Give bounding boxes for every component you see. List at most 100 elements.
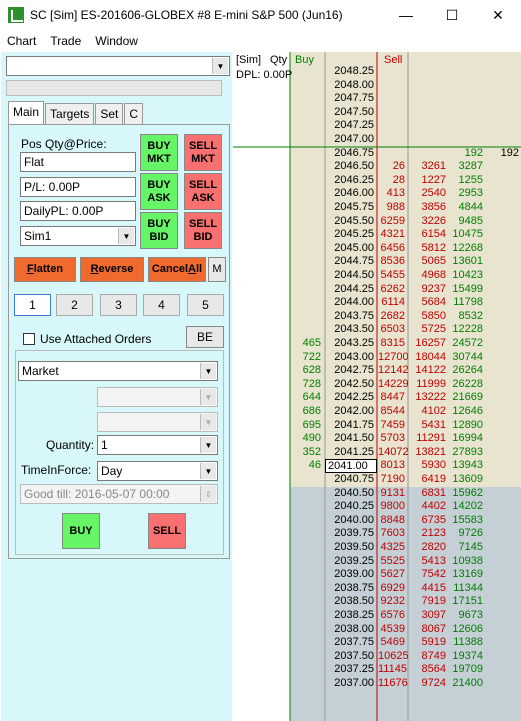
ladder-row[interactable]: 2039.25 5525 5413 10938 — [233, 555, 521, 569]
ladder-row[interactable]: 2040.50 9131 6831 15962 — [233, 487, 521, 501]
ladder-sell-cell[interactable]: 5469 — [378, 636, 408, 650]
ladder-sell-cell[interactable] — [378, 147, 408, 161]
ladder-sell-cell[interactable]: 26 — [378, 160, 408, 174]
tab-c[interactable]: C — [124, 103, 144, 124]
ladder-buy-cell[interactable] — [290, 595, 324, 609]
ladder-buy-cell[interactable]: 728 — [290, 378, 324, 392]
ladder-row[interactable]: 2048.00 — [233, 79, 521, 93]
ladder-sell-cell[interactable]: 6262 — [378, 283, 408, 297]
ladder-sell-cell[interactable]: 6114 — [378, 296, 408, 310]
ladder-sell-cell[interactable]: 5455 — [378, 269, 408, 283]
buy-bid-button[interactable]: BUY BID — [140, 212, 178, 249]
account-combo[interactable]: ▼ — [6, 56, 230, 76]
ladder-buy-cell[interactable]: 465 — [290, 337, 324, 351]
ladder-buy-cell[interactable]: 695 — [290, 419, 324, 433]
ladder-buy-cell[interactable] — [290, 623, 324, 637]
ladder-sell-cell[interactable]: 8536 — [378, 255, 408, 269]
ladder-sell-cell[interactable]: 9232 — [378, 595, 408, 609]
ladder-sell-cell[interactable]: 2682 — [378, 310, 408, 324]
minimize-button[interactable]: — — [383, 0, 429, 30]
ladder-row[interactable]: 2047.25 — [233, 119, 521, 133]
ladder-row[interactable]: 2045.75 988 3856 4844 — [233, 201, 521, 215]
ladder-sell-cell[interactable] — [378, 92, 408, 106]
ladder-sell-cell[interactable] — [378, 65, 408, 79]
ladder-buy-cell[interactable] — [290, 323, 324, 337]
ladder-sell-cell[interactable]: 12142 — [378, 364, 409, 378]
ladder-sell-cell[interactable]: 14072 — [378, 446, 409, 460]
ladder-row[interactable]: 644 2042.25 8447 13222 21669 — [233, 391, 521, 405]
ladder-buy-cell[interactable] — [290, 582, 324, 596]
ladder-buy-cell[interactable]: 644 — [290, 391, 324, 405]
ladder-sell-cell[interactable]: 8544 — [378, 405, 408, 419]
price1-input[interactable]: ▼ — [97, 387, 218, 407]
ladder-row[interactable]: 465 2043.25 8315 16257 24572 — [233, 337, 521, 351]
ladder-row[interactable]: 2040.75 7190 6419 13609 — [233, 473, 521, 487]
ladder-sell-cell[interactable]: 11676 — [378, 677, 408, 691]
ladder-buy-cell[interactable] — [290, 527, 324, 541]
ladder-buy-cell[interactable] — [290, 228, 324, 242]
ladder-buy-cell[interactable] — [290, 147, 324, 161]
ladder-row[interactable]: 2047.75 — [233, 92, 521, 106]
ladder-sell-cell[interactable]: 7459 — [378, 419, 408, 433]
ladder-buy-cell[interactable] — [290, 609, 324, 623]
ladder-row[interactable]: 2044.50 5455 4968 10423 — [233, 269, 521, 283]
ladder-sell-cell[interactable]: 11145 — [378, 663, 408, 677]
buy-button[interactable]: BUY — [62, 513, 100, 549]
ladder-buy-cell[interactable] — [290, 65, 324, 79]
good-till-input[interactable]: Good till: 2016-05-07 00:00 ⇕ — [20, 484, 218, 504]
ladder-buy-cell[interactable] — [290, 555, 324, 569]
ladder-row[interactable]: 2046.25 28 1227 1255 — [233, 174, 521, 188]
ladder-row[interactable]: 2046.75 192 192 — [233, 147, 521, 161]
ladder-buy-cell[interactable] — [290, 242, 324, 256]
ladder-row[interactable]: 2039.75 7603 2123 9726 — [233, 527, 521, 541]
ladder-row[interactable]: 2048.25 — [233, 65, 521, 79]
ladder-row[interactable]: 46 2041.00 8013 5930 13943 — [233, 459, 521, 473]
ladder-buy-cell[interactable] — [290, 269, 324, 283]
ladder-row[interactable]: 2045.50 6259 3226 9485 — [233, 215, 521, 229]
ladder-sell-cell[interactable]: 10625 — [378, 650, 409, 664]
ladder-sell-cell[interactable]: 6456 — [378, 242, 408, 256]
ladder-sell-cell[interactable]: 28 — [378, 174, 408, 188]
ladder-buy-cell[interactable]: 46 — [290, 459, 324, 473]
ladder-sell-cell[interactable] — [378, 106, 408, 120]
ladder-row[interactable]: 2037.00 11676 9724 21400 — [233, 677, 521, 691]
ladder-sell-cell[interactable]: 8315 — [378, 337, 408, 351]
menu-trade[interactable]: Trade — [43, 34, 88, 48]
buy-mkt-button[interactable]: BUY MKT — [140, 134, 178, 171]
menu-chart[interactable]: Chart — [0, 34, 43, 48]
ladder-sell-cell[interactable]: 8848 — [378, 514, 408, 528]
ladder-row[interactable]: 490 2041.50 5703 11291 16994 — [233, 432, 521, 446]
ladder-buy-cell[interactable] — [290, 283, 324, 297]
ladder-row[interactable]: 695 2041.75 7459 5431 12890 — [233, 419, 521, 433]
reverse-button[interactable]: Reverse — [80, 257, 144, 282]
ladder-buy-cell[interactable] — [290, 92, 324, 106]
ladder-row[interactable]: 2040.25 9800 4402 14202 — [233, 500, 521, 514]
ladder-buy-cell[interactable]: 628 — [290, 364, 324, 378]
ladder-buy-cell[interactable] — [290, 296, 324, 310]
ladder-row[interactable]: 2044.00 6114 5684 11798 — [233, 296, 521, 310]
ladder-buy-cell[interactable] — [290, 541, 324, 555]
ladder-sell-cell[interactable]: 413 — [378, 187, 408, 201]
use-attached-checkbox[interactable] — [23, 333, 35, 345]
ladder-buy-cell[interactable] — [290, 487, 324, 501]
ladder-buy-cell[interactable]: 686 — [290, 405, 324, 419]
qty-button-4[interactable]: 4 — [143, 294, 180, 316]
buy-ask-button[interactable]: BUY ASK — [140, 173, 178, 210]
ladder-sell-cell[interactable]: 6929 — [378, 582, 408, 596]
ladder-row[interactable]: 2037.75 5469 5919 11388 — [233, 636, 521, 650]
ladder-row[interactable]: 2039.50 4325 2820 7145 — [233, 541, 521, 555]
ladder-sell-cell[interactable]: 9131 — [378, 487, 408, 501]
ladder-buy-cell[interactable] — [290, 514, 324, 528]
ladder-buy-cell[interactable] — [290, 500, 324, 514]
ladder-sell-cell[interactable]: 5703 — [378, 432, 408, 446]
ladder-sell-cell[interactable]: 12700 — [378, 351, 409, 365]
ladder-row[interactable]: 2044.75 8536 5065 13601 — [233, 255, 521, 269]
ladder-buy-cell[interactable] — [290, 201, 324, 215]
be-button[interactable]: BE — [186, 326, 224, 348]
qty-button-5[interactable]: 5 — [187, 294, 224, 316]
ladder-buy-cell[interactable] — [290, 568, 324, 582]
tif-select[interactable]: Day ▼ — [97, 461, 218, 481]
ladder-row[interactable]: 2037.50 10625 8749 19374 — [233, 650, 521, 664]
ladder-buy-cell[interactable] — [290, 255, 324, 269]
ladder-sell-cell[interactable]: 8013 — [378, 459, 408, 473]
